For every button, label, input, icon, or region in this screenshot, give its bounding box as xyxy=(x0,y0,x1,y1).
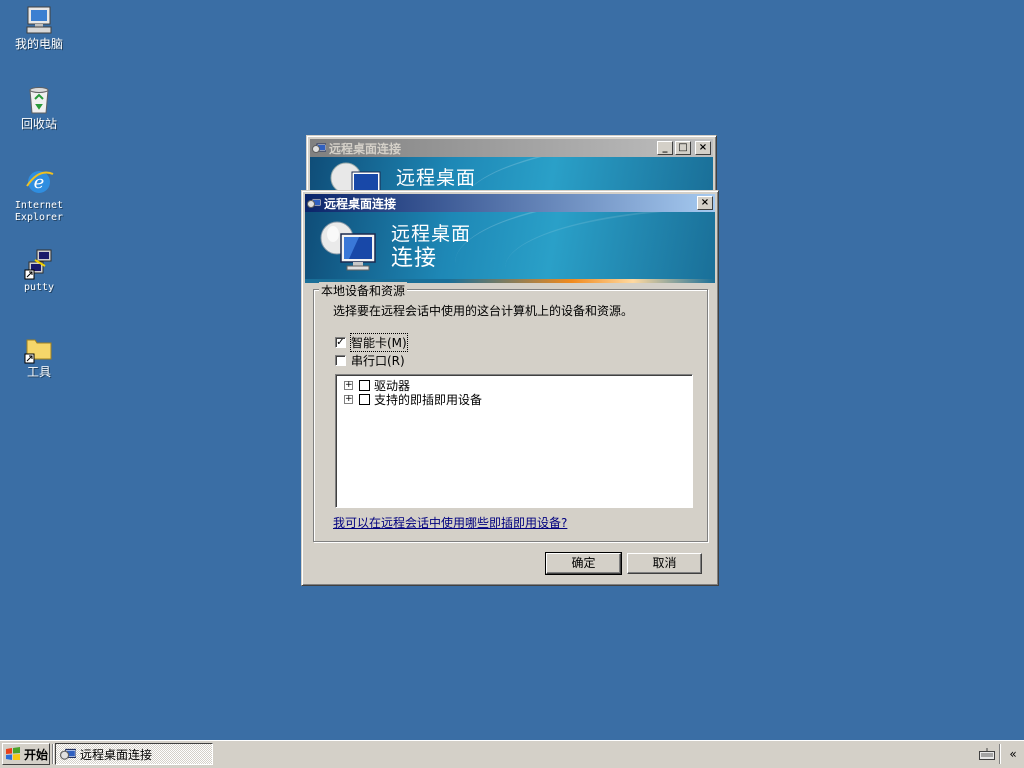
serial-port-checkbox[interactable]: 串行口(R) xyxy=(335,352,405,369)
tray-separator xyxy=(999,744,1001,764)
maximize-button[interactable]: □ xyxy=(675,141,691,155)
checkbox-label: 串行口(R) xyxy=(351,354,405,368)
tree-checkbox[interactable] xyxy=(359,380,370,391)
close-button[interactable]: × xyxy=(697,196,713,210)
desktop-icon-recycle-bin[interactable]: 回收站 xyxy=(1,84,77,131)
start-label: 开始 xyxy=(24,747,49,762)
checkbox-label: 智能卡(M) xyxy=(350,333,408,352)
tray-expand-icon[interactable]: « xyxy=(1004,744,1022,764)
dialog-banner: 远程桌面 连接 xyxy=(305,212,715,283)
system-tray: « xyxy=(978,743,1022,765)
remote-desktop-logo-icon xyxy=(330,162,381,193)
desktop-icon-label: 回收站 xyxy=(20,117,57,131)
background-remote-desktop-window[interactable]: 远程桌面连接 _ □ × 远程桌面 连接 xyxy=(306,135,717,195)
desktop-icon-tools-folder[interactable]: 工具 xyxy=(1,332,77,379)
cancel-button[interactable]: 取消 xyxy=(627,553,702,574)
background-window-banner: 远程桌面 连接 xyxy=(310,157,713,193)
putty-shortcut-icon xyxy=(23,248,55,280)
checkbox-box[interactable]: ✓ xyxy=(335,337,346,348)
desktop-icon-label: putty xyxy=(23,282,55,293)
remote-desktop-small-icon xyxy=(312,143,326,153)
my-computer-icon xyxy=(23,4,55,36)
taskbar-item-remote-desktop[interactable]: 远程桌面连接 xyxy=(55,743,213,765)
remote-desktop-small-icon xyxy=(307,198,321,208)
recycle-bin-icon xyxy=(23,84,55,116)
banner-line2: 连接 xyxy=(391,246,438,271)
taskbar: 开始 远程桌面连接 « xyxy=(0,740,1024,768)
desktop-icon-internet-explorer[interactable]: e Internet Explorer xyxy=(1,166,77,224)
group-legend: 本地设备和资源 xyxy=(319,282,408,299)
desktop-icon-putty[interactable]: putty xyxy=(1,248,77,294)
taskbar-separator xyxy=(52,744,54,764)
desktop-icon-label: Internet Explorer xyxy=(14,200,64,223)
internet-explorer-icon: e xyxy=(23,166,55,198)
minimize-button[interactable]: _ xyxy=(657,141,673,155)
tree-checkbox[interactable] xyxy=(359,394,370,405)
start-button[interactable]: 开始 xyxy=(2,743,50,765)
background-window-title: 远程桌面连接 xyxy=(329,141,402,156)
tree-item-pnp-devices[interactable]: + 支持的即插即用设备 xyxy=(344,391,482,408)
folder-shortcut-icon xyxy=(23,332,55,364)
pnp-help-link[interactable]: 我可以在远程会话中使用哪些即插即用设备? xyxy=(333,514,567,531)
remote-desktop-options-dialog[interactable]: 远程桌面连接 × 远程桌面 连接 本地设备和资源 选择要在远程会话中使用的这台计… xyxy=(301,190,719,586)
taskbar-item-label: 远程桌面连接 xyxy=(80,747,153,762)
tree-item-label: 支持的即插即用设备 xyxy=(374,393,483,407)
expand-icon[interactable]: + xyxy=(344,381,353,390)
local-devices-group: 本地设备和资源 选择要在远程会话中使用的这台计算机上的设备和资源。 ✓ 智能卡(… xyxy=(313,282,708,542)
dialog-titlebar[interactable]: 远程桌面连接 × xyxy=(305,194,715,212)
group-description: 选择要在远程会话中使用的这台计算机上的设备和资源。 xyxy=(333,304,634,318)
keyboard-icon[interactable] xyxy=(978,744,996,764)
smart-card-checkbox[interactable]: ✓ 智能卡(M) xyxy=(335,333,408,352)
checkbox-box[interactable] xyxy=(335,355,346,366)
devices-tree[interactable]: + 驱动器 + 支持的即插即用设备 xyxy=(335,374,693,508)
close-button[interactable]: × xyxy=(695,141,711,155)
desktop-icon-label: 工具 xyxy=(26,365,51,379)
remote-desktop-small-icon xyxy=(60,748,76,760)
expand-icon[interactable]: + xyxy=(344,395,353,404)
ok-button[interactable]: 确定 xyxy=(545,552,622,575)
desktop-icon-label: 我的电脑 xyxy=(14,37,63,51)
desktop-icon-my-computer[interactable]: 我的电脑 xyxy=(1,4,77,51)
background-window-titlebar[interactable]: 远程桌面连接 _ □ × xyxy=(310,139,713,157)
dialog-title: 远程桌面连接 xyxy=(324,196,397,211)
windows-logo-icon xyxy=(6,747,20,760)
remote-desktop-logo-icon xyxy=(320,221,376,271)
